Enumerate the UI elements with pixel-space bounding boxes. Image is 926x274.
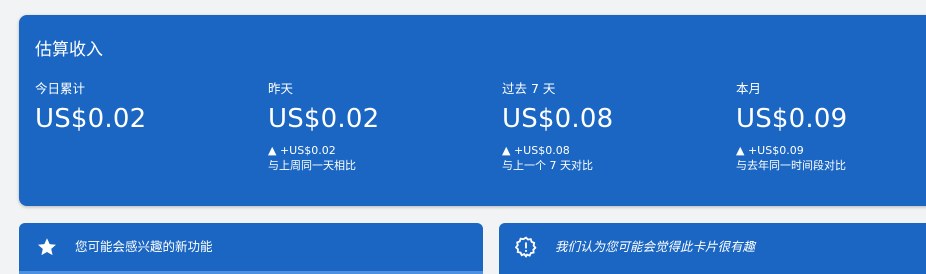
- metric-delta: ▲ +US$0.02: [268, 144, 336, 157]
- metric-compare: 与上一个 7 天对比: [502, 159, 593, 172]
- new-features-title: 您可能会感兴趣的新功能: [75, 239, 213, 254]
- metric-compare: 与上周同一天相比: [268, 159, 356, 172]
- earnings-title: 估算收入: [35, 40, 103, 60]
- metric-today[interactable]: 今日累计 US$0.02: [35, 81, 265, 144]
- metric-yesterday[interactable]: 昨天 US$0.02 ▲ +US$0.02 与上周同一天相比: [268, 81, 498, 173]
- metric-this-month[interactable]: 本月 US$0.09 ▲ +US$0.09 与去年同一时间段对比: [736, 81, 926, 173]
- metric-label: 本月: [736, 81, 762, 96]
- page: 估算收入 今日累计 US$0.02 昨天 US$0.02 ▲ +US$0.02 …: [0, 0, 926, 274]
- metric-delta: ▲ +US$0.09: [736, 144, 804, 157]
- metric-last-7-days[interactable]: 过去 7 天 US$0.08 ▲ +US$0.08 与上一个 7 天对比: [502, 81, 732, 173]
- metric-label: 昨天: [268, 81, 294, 96]
- new-features-card[interactable]: 您可能会感兴趣的新功能: [19, 223, 483, 274]
- interesting-card[interactable]: 我们认为您可能会觉得此卡片很有趣: [499, 223, 926, 274]
- metric-value: US$0.02: [35, 104, 147, 134]
- metric-delta: ▲ +US$0.08: [502, 144, 570, 157]
- interesting-card-title: 我们认为您可能会觉得此卡片很有趣: [555, 239, 756, 254]
- metric-label: 今日累计: [35, 81, 86, 96]
- metric-label: 过去 7 天: [502, 81, 556, 96]
- star-icon: [36, 236, 58, 258]
- metric-compare: 与去年同一时间段对比: [736, 159, 846, 172]
- metric-value: US$0.09: [736, 104, 848, 134]
- gear-alert-icon: [514, 236, 537, 258]
- estimated-earnings-card[interactable]: 估算收入 今日累计 US$0.02 昨天 US$0.02 ▲ +US$0.02 …: [19, 15, 926, 206]
- metric-value: US$0.02: [268, 104, 380, 134]
- metric-value: US$0.08: [502, 104, 614, 134]
